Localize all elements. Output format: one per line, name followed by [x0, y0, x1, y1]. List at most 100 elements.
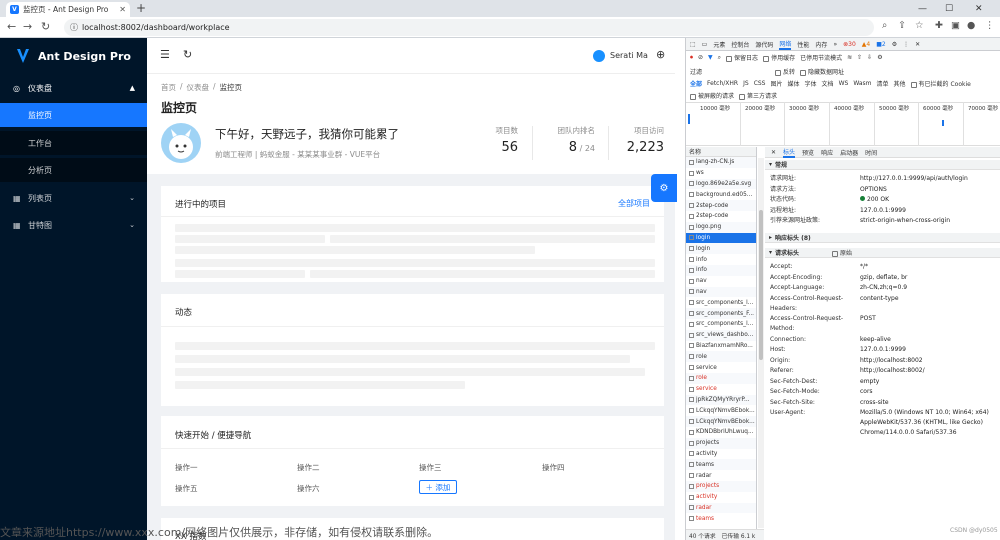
close-icon[interactable]: ✕	[915, 41, 920, 48]
request-headers-section[interactable]: ▾ 请求标头 原始	[765, 248, 1000, 258]
breadcrumb-dashboard[interactable]: 仪表盘	[187, 82, 210, 93]
browser-tab[interactable]: V 监控页 - Ant Design Pro ✕	[6, 2, 130, 17]
disable-cache-checkbox[interactable]: 停用缓存	[763, 53, 795, 62]
raw-checkbox[interactable]: 原始	[832, 248, 852, 257]
type-filter[interactable]: 其他	[894, 79, 906, 88]
invert-checkbox[interactable]: 反转	[775, 67, 795, 76]
devtools-tab[interactable]: 源代码	[755, 40, 773, 49]
minimize-icon[interactable]: —	[918, 0, 927, 17]
request-row[interactable]: teams	[686, 459, 756, 471]
request-row[interactable]: projects	[686, 437, 756, 449]
request-row[interactable]: role	[686, 372, 756, 384]
filter-input[interactable]: 过滤	[690, 67, 770, 76]
wifi-icon[interactable]: ≋	[847, 54, 852, 61]
quicknav-link[interactable]: 操作六	[297, 483, 320, 494]
url-field[interactable]: ⓘ localhost:8002/dashboard/workplace	[64, 19, 874, 36]
request-row[interactable]: radar	[686, 470, 756, 481]
globe-icon[interactable]: ⊕	[656, 48, 665, 61]
request-row[interactable]: role	[686, 351, 756, 363]
request-row[interactable]: info	[686, 264, 756, 276]
warning-count[interactable]: ▲4	[862, 41, 870, 48]
request-row[interactable]: activity	[686, 492, 756, 503]
settings-drawer-button[interactable]: ⚙	[651, 174, 677, 202]
new-tab-icon[interactable]: +	[136, 1, 146, 15]
devtools-tab[interactable]: 元素	[713, 40, 725, 49]
export-icon[interactable]: ⇩	[867, 54, 872, 61]
hide-data-urls-checkbox[interactable]: 隐藏数据网址	[800, 67, 844, 76]
profile-icon[interactable]: ●	[967, 20, 975, 31]
all-projects-link[interactable]: 全部项目	[618, 198, 650, 209]
error-count[interactable]: ⊗30	[843, 41, 856, 48]
sidebar-item-workplace[interactable]: 工作台	[0, 131, 147, 155]
close-tab-icon[interactable]: ✕	[119, 5, 126, 14]
request-row[interactable]: login	[686, 243, 756, 255]
inspect-icon[interactable]: ⬚	[690, 41, 696, 48]
type-filter[interactable]: 全部	[690, 79, 702, 88]
menu-icon[interactable]: ⋮	[985, 20, 995, 31]
detail-tab[interactable]: 响应	[821, 148, 833, 157]
request-row[interactable]: teams	[686, 513, 756, 524]
gear-icon[interactable]: ⚙	[892, 41, 897, 48]
detail-tab[interactable]: 预览	[802, 148, 814, 157]
third-party-checkbox[interactable]: 第三方请求	[739, 91, 777, 100]
type-filter[interactable]: Fetch/XHR	[707, 80, 738, 87]
type-filter[interactable]: 文档	[822, 79, 834, 88]
devtools-tab[interactable]: 性能	[797, 40, 809, 49]
import-icon[interactable]: ⇧	[857, 54, 862, 61]
request-row[interactable]: nav	[686, 286, 756, 298]
search-icon[interactable]: ⌕	[718, 54, 721, 62]
request-row[interactable]: ws	[686, 168, 756, 179]
request-row[interactable]: background.ed05...	[686, 189, 756, 200]
devtools-tab-network[interactable]: 网络	[779, 39, 792, 50]
scrollbar-thumb[interactable]	[759, 210, 763, 360]
detail-tab-headers[interactable]: 标头	[783, 147, 796, 158]
request-row[interactable]: logo.869e2a5e.svg	[686, 178, 756, 190]
request-row[interactable]: 2step-code	[686, 211, 756, 222]
devtools-tab[interactable]: 内存	[815, 40, 827, 49]
sidebar-item-gantt[interactable]: ▦ 甘特图 ⌄	[0, 213, 147, 237]
sidebar-item-analysis[interactable]: 分析页	[0, 158, 147, 182]
type-filter[interactable]: 清单	[877, 79, 889, 88]
type-filter[interactable]: CSS	[754, 80, 766, 87]
request-row[interactable]: LCkqqYNmvBEbok...	[686, 416, 756, 427]
sidepanel-icon[interactable]: ▣	[951, 20, 960, 31]
request-row[interactable]: service	[686, 362, 756, 373]
request-row[interactable]: activity	[686, 449, 756, 460]
more-tabs-icon[interactable]: »	[833, 41, 837, 48]
detail-tab[interactable]: 时间	[865, 148, 877, 157]
request-row[interactable]: nav	[686, 276, 756, 287]
request-row[interactable]: projects	[686, 480, 756, 492]
request-row[interactable]: src_views_dashbo...	[686, 329, 756, 341]
brand-logo[interactable]: Ant Design Pro	[0, 38, 147, 74]
request-row[interactable]: src_components_l...	[686, 319, 756, 330]
blocked-cookies-checkbox[interactable]: 有已拦截的 Cookie	[910, 79, 971, 88]
type-filter[interactable]: WS	[839, 80, 849, 87]
share-icon[interactable]: ⇪	[898, 20, 906, 31]
bookmark-icon[interactable]: ☆	[915, 20, 924, 31]
request-list-header[interactable]: 名称	[686, 147, 756, 157]
type-filter[interactable]: JS	[743, 80, 749, 87]
type-filter[interactable]: 字体	[805, 79, 817, 88]
close-window-icon[interactable]: ✕	[975, 0, 983, 17]
filter-icon[interactable]: ▼	[708, 54, 713, 61]
preserve-log-checkbox[interactable]: 保留日志	[726, 53, 758, 62]
sidebar-item-list[interactable]: ▦ 列表页 ⌄	[0, 186, 147, 210]
record-icon[interactable]: ⏺	[690, 54, 693, 62]
type-filter[interactable]: Wasm	[853, 80, 871, 87]
quicknav-link[interactable]: 操作三	[419, 462, 442, 473]
extensions-icon[interactable]: ✚	[935, 20, 943, 31]
menu-fold-icon[interactable]: ☰	[160, 48, 170, 61]
request-row[interactable]: LCkqqYNmvBEbok...	[686, 405, 756, 416]
blocked-requests-checkbox[interactable]: 被屏蔽的请求	[690, 91, 734, 100]
maximize-icon[interactable]: ☐	[945, 0, 953, 17]
type-filter[interactable]: 图片	[771, 79, 783, 88]
devtools-tab[interactable]: 控制台	[731, 40, 749, 49]
gear-icon[interactable]: ⚙	[877, 54, 882, 61]
request-row[interactable]: src_components_l...	[686, 297, 756, 308]
forward-icon[interactable]: →	[23, 20, 32, 33]
general-section[interactable]: ▾ 常规	[765, 160, 1000, 170]
back-icon[interactable]: ←	[7, 20, 16, 33]
request-row[interactable]: service	[686, 384, 756, 395]
avatar[interactable]	[593, 50, 605, 62]
reload-icon[interactable]: ↻	[41, 20, 50, 33]
